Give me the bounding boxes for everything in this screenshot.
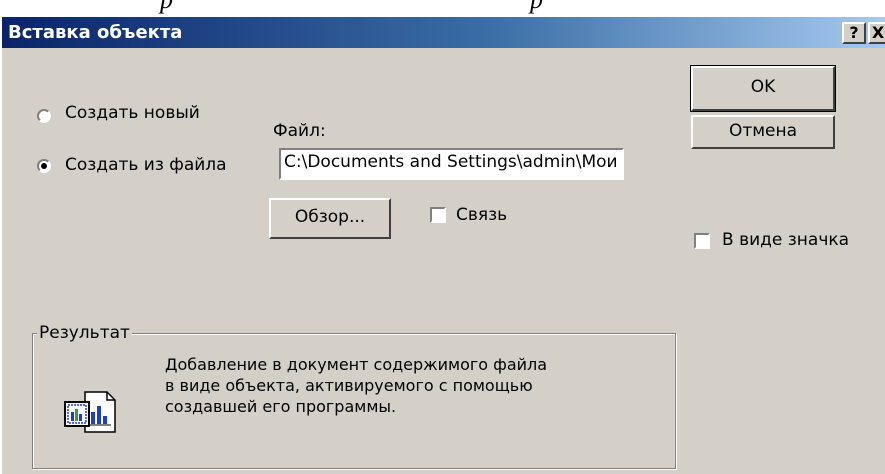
fragment-text-left: р <box>160 0 173 15</box>
insert-object-dialog: Вставка объекта ? X Создать новый Создат… <box>0 16 885 474</box>
link-checkbox[interactable] <box>430 207 446 223</box>
fragment-text-right: р <box>530 0 543 15</box>
cancel-button[interactable]: Отмена <box>691 115 835 149</box>
close-button[interactable]: X <box>868 22 885 44</box>
link-checkbox-label[interactable]: Связь <box>456 205 507 225</box>
as-icon-checkbox[interactable] <box>694 233 710 249</box>
file-path-input[interactable]: C:\Documents and Settings\admin\Мои <box>279 148 624 180</box>
top-text-fragment: р р <box>0 0 885 16</box>
radio-create-from-file-circle[interactable] <box>37 159 51 173</box>
result-line: Добавление в документ содержимого файла <box>165 355 548 374</box>
as-icon-checkbox-label[interactable]: В виде значка <box>722 230 849 250</box>
browse-button[interactable]: Обзор... <box>269 198 391 239</box>
radio-create-from-file-label[interactable]: Создать из файла <box>65 155 227 175</box>
radio-selected-dot <box>41 163 47 169</box>
file-label: Файл: <box>273 121 326 141</box>
result-groupbox: Результат Добавление в документ содержим… <box>32 323 676 469</box>
embedded-document-icon <box>64 391 116 433</box>
result-groupbox-label: Результат <box>37 323 132 343</box>
ok-button[interactable]: OK <box>690 65 836 112</box>
result-line: в виде объекта, активируемого с помощью <box>165 376 533 395</box>
radio-create-new-label[interactable]: Создать новый <box>65 103 200 123</box>
title-bar[interactable]: Вставка объекта ? X <box>2 17 885 48</box>
help-button[interactable]: ? <box>842 22 866 44</box>
result-line: создавшей его программы. <box>165 397 397 416</box>
result-description: Добавление в документ содержимого файла … <box>165 354 645 417</box>
radio-create-new-circle[interactable] <box>37 109 51 123</box>
window-title: Вставка объекта <box>8 22 183 43</box>
